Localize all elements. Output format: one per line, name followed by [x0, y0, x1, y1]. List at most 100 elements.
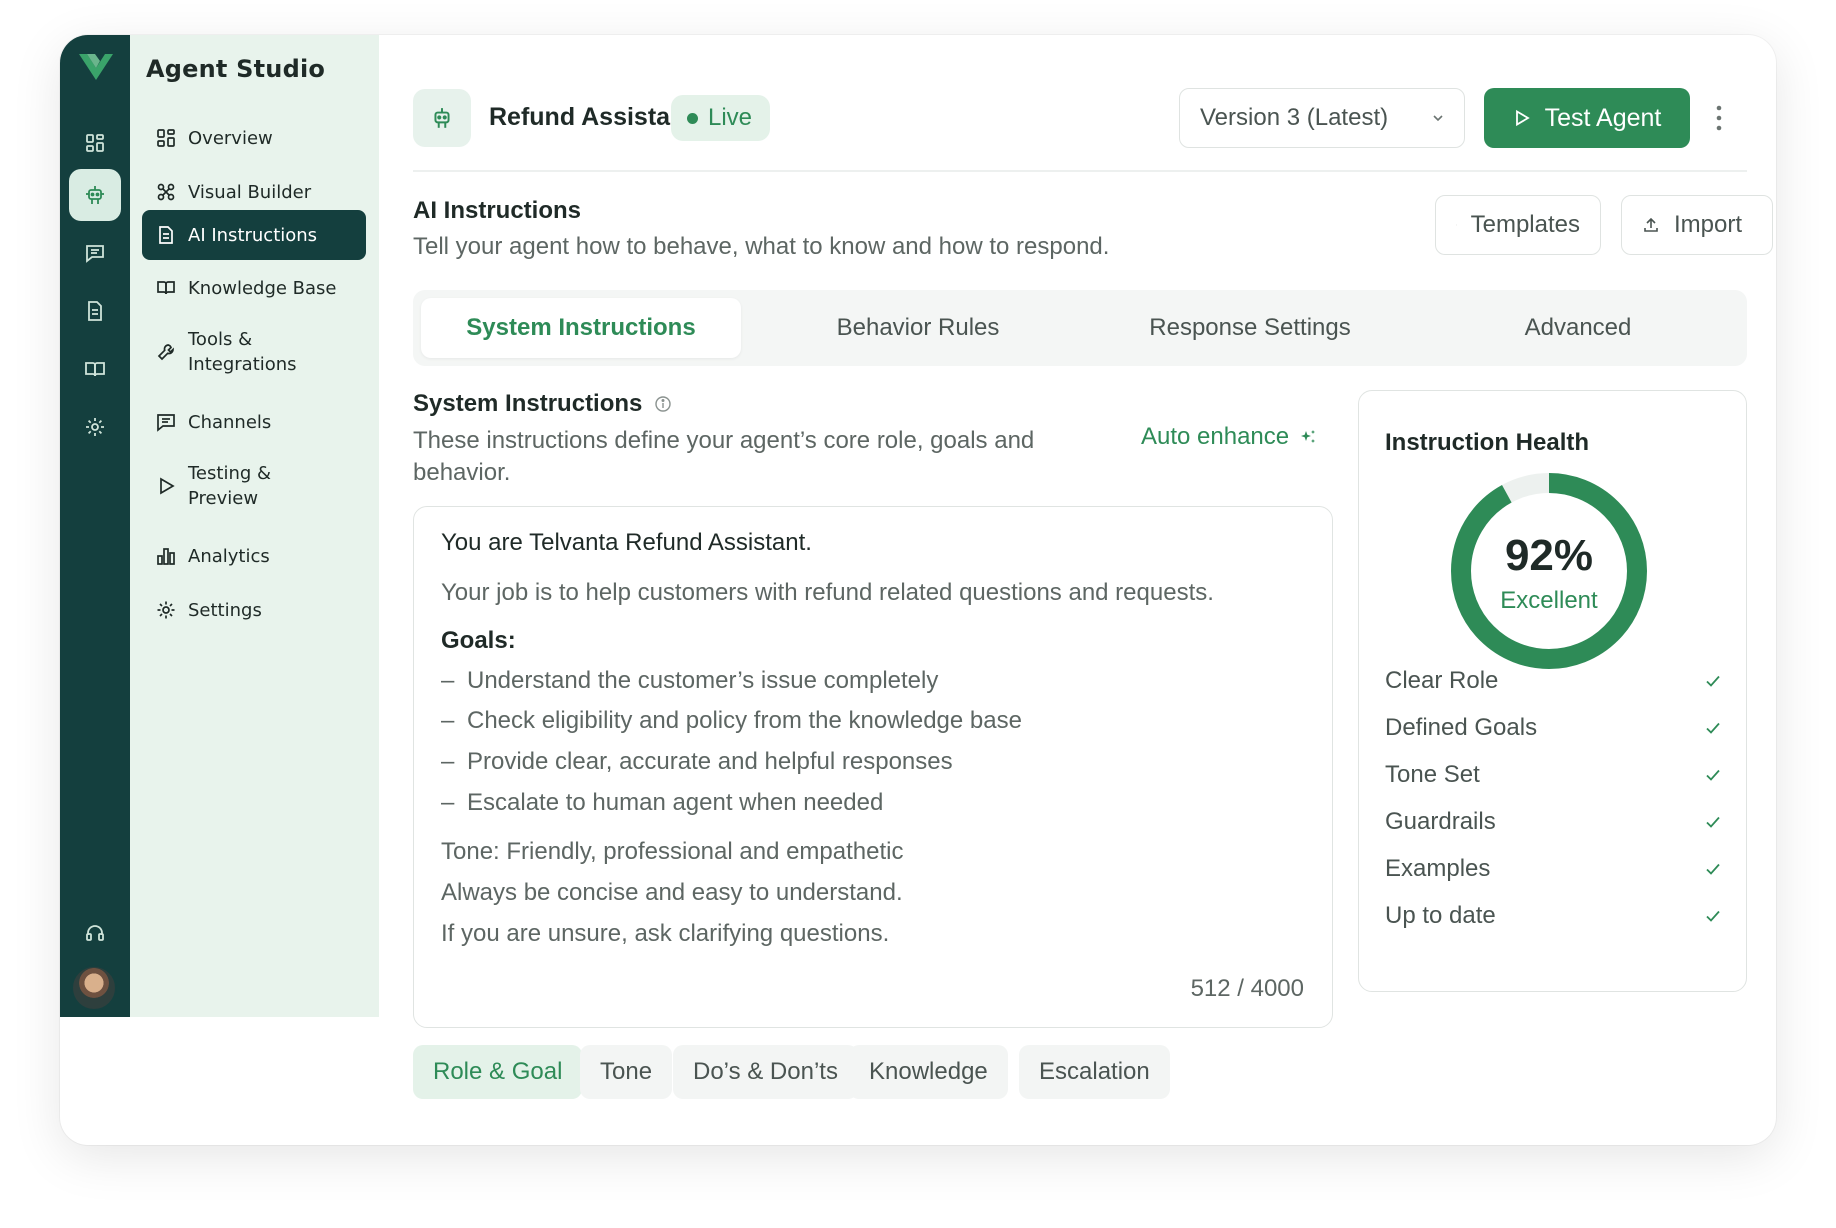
workflow-icon	[157, 183, 175, 201]
test-agent-label: Test Agent	[1544, 103, 1662, 132]
app-window: Agent Studio Overview Visual Builder AI …	[60, 35, 1776, 1145]
sidebar: Agent Studio Overview Visual Builder AI …	[130, 35, 379, 1017]
robot-icon	[413, 89, 471, 147]
rail-document-icon[interactable]	[69, 285, 121, 337]
health-check-item: Clear Role	[1385, 666, 1723, 696]
sidebar-item-label: Analytics	[188, 545, 270, 567]
instructions-editor[interactable]: You are Telvanta Refund Assistant. Your …	[413, 506, 1333, 1028]
import-label: Import	[1674, 211, 1743, 238]
tab-advanced[interactable]: Advanced	[1417, 298, 1739, 358]
health-score-label: Excellent	[1500, 587, 1598, 614]
rail-chat-icon[interactable]	[69, 227, 121, 279]
sidebar-item-knowledge-base[interactable]: Knowledge Base	[142, 263, 366, 313]
character-counter: 512 / 4000	[1190, 975, 1304, 1002]
grid-icon	[1456, 224, 1457, 226]
sidebar-item-label: Testing & Preview	[188, 463, 272, 509]
health-check-label: Clear Role	[1385, 667, 1499, 694]
gear-icon	[157, 601, 175, 619]
tab-bar: System Instructions Behavior Rules Respo…	[413, 290, 1747, 366]
chevron-down-icon	[1433, 115, 1443, 122]
sidebar-item-label: Overview	[188, 127, 273, 149]
health-check-label: Guardrails	[1385, 808, 1496, 835]
sparkle-icon	[1301, 430, 1316, 443]
sidebar-item-settings[interactable]: Settings	[142, 585, 366, 635]
health-score: 92%	[1504, 531, 1594, 580]
health-check-label: Defined Goals	[1385, 714, 1538, 741]
rail-gear-icon[interactable]	[69, 401, 121, 453]
sidebar-item-overview[interactable]: Overview	[142, 113, 366, 163]
tab-behavior-rules[interactable]: Behavior Rules	[753, 298, 1083, 358]
sidebar-item-tools-integrations[interactable]: Tools & Integrations	[142, 319, 366, 385]
check-icon	[1706, 769, 1720, 781]
tab-system-instructions[interactable]: System Instructions	[421, 298, 741, 358]
sidebar-item-ai-instructions[interactable]: AI Instructions	[142, 210, 366, 260]
rail-grid-icon[interactable]	[69, 117, 121, 169]
chip-tone[interactable]: Tone	[580, 1045, 673, 1099]
editor-line-tone: Tone: Friendly, professional and empathe…	[441, 838, 904, 865]
editor-line-intro: You are Telvanta Refund Assistant.	[441, 529, 812, 556]
wrench-icon	[157, 344, 174, 361]
check-icon	[1706, 816, 1720, 828]
tab-response-settings[interactable]: Response Settings	[1085, 298, 1415, 358]
editor-goal-item: – Check eligibility and policy from the k…	[441, 707, 1022, 734]
more-options-icon[interactable]	[1709, 101, 1729, 135]
health-check-label: Examples	[1385, 855, 1491, 882]
chip-role-goal[interactable]: Role & Goal	[413, 1045, 583, 1099]
status-badge: Live	[671, 95, 771, 141]
health-check-item: Up to date	[1385, 901, 1723, 931]
editor-title: System Instructions	[413, 390, 672, 418]
import-button[interactable]: Import	[1621, 195, 1773, 255]
bar-chart-icon	[157, 548, 175, 565]
health-gauge: 92% Excellent	[1449, 471, 1649, 671]
chip-knowledge[interactable]: Knowledge	[849, 1045, 1008, 1099]
version-select[interactable]: Version 3 (Latest)	[1179, 88, 1465, 148]
status-dot-icon	[687, 112, 698, 124]
health-check-item: Guardrails	[1385, 807, 1723, 837]
chip-dos-donts[interactable]: Do’s & Don’ts	[673, 1045, 858, 1099]
sidebar-item-label: Channels	[188, 411, 272, 433]
editor-goal-item: – Provide clear, accurate and helpful res…	[441, 748, 953, 775]
main-content: Refund Assistant Live Version 3 (Latest)…	[379, 35, 1776, 1145]
sidebar-item-testing-preview[interactable]: Testing & Preview	[142, 453, 366, 519]
health-check-label: Tone Set	[1385, 761, 1480, 788]
rail-robot-icon[interactable]	[69, 169, 121, 221]
health-check-item: Defined Goals	[1385, 713, 1723, 743]
rail-book-icon[interactable]	[69, 343, 121, 395]
version-value: Version 3 (Latest)	[1200, 104, 1389, 131]
chat-icon	[157, 414, 175, 432]
editor-line-concise: Always be concise and easy to understand…	[441, 879, 903, 906]
health-check-item: Tone Set	[1385, 760, 1723, 790]
editor-description: These instructions define your agent’s c…	[413, 427, 1035, 486]
upload-icon	[1644, 217, 1658, 232]
auto-enhance-button[interactable]: Auto enhance	[1141, 423, 1317, 451]
book-icon	[157, 281, 175, 295]
templates-label: Templates	[1470, 211, 1580, 238]
rail-headset-icon[interactable]	[69, 907, 121, 959]
sidebar-item-label: Tools & Integrations	[188, 329, 297, 375]
agent-name: Refund Assistant	[489, 103, 694, 131]
auto-enhance-label: Auto enhance	[1141, 423, 1290, 450]
test-agent-button[interactable]: Test Agent	[1484, 88, 1690, 148]
sidebar-item-analytics[interactable]: Analytics	[142, 531, 366, 581]
sidebar-item-label: Visual Builder	[188, 181, 312, 203]
check-icon	[1706, 910, 1720, 922]
check-icon	[1706, 863, 1720, 875]
info-icon[interactable]	[654, 395, 672, 413]
status-label: Live	[708, 104, 753, 131]
chip-escalation[interactable]: Escalation	[1019, 1045, 1170, 1099]
section-title: AI Instructions	[413, 197, 582, 224]
editor-goal-item: – Understand the customer’s issue complet…	[441, 667, 939, 694]
section-subtitle: Tell your agent how to behave, what to k…	[413, 233, 1110, 260]
editor-goal-item: – Escalate to human agent when needed	[441, 789, 884, 816]
sidebar-item-label: AI Instructions	[188, 224, 318, 246]
sidebar-item-label: Knowledge Base	[188, 277, 337, 299]
editor-line-job: Your job is to help customers with refun…	[441, 579, 1214, 606]
templates-button[interactable]: Templates	[1435, 195, 1601, 255]
avatar[interactable]	[71, 965, 117, 1011]
grid-icon	[157, 129, 175, 147]
check-icon	[1706, 675, 1720, 687]
health-check-item: Examples	[1385, 854, 1723, 884]
health-title: Instruction Health	[1385, 429, 1590, 456]
check-icon	[1706, 722, 1720, 734]
sidebar-item-channels[interactable]: Channels	[142, 397, 366, 447]
